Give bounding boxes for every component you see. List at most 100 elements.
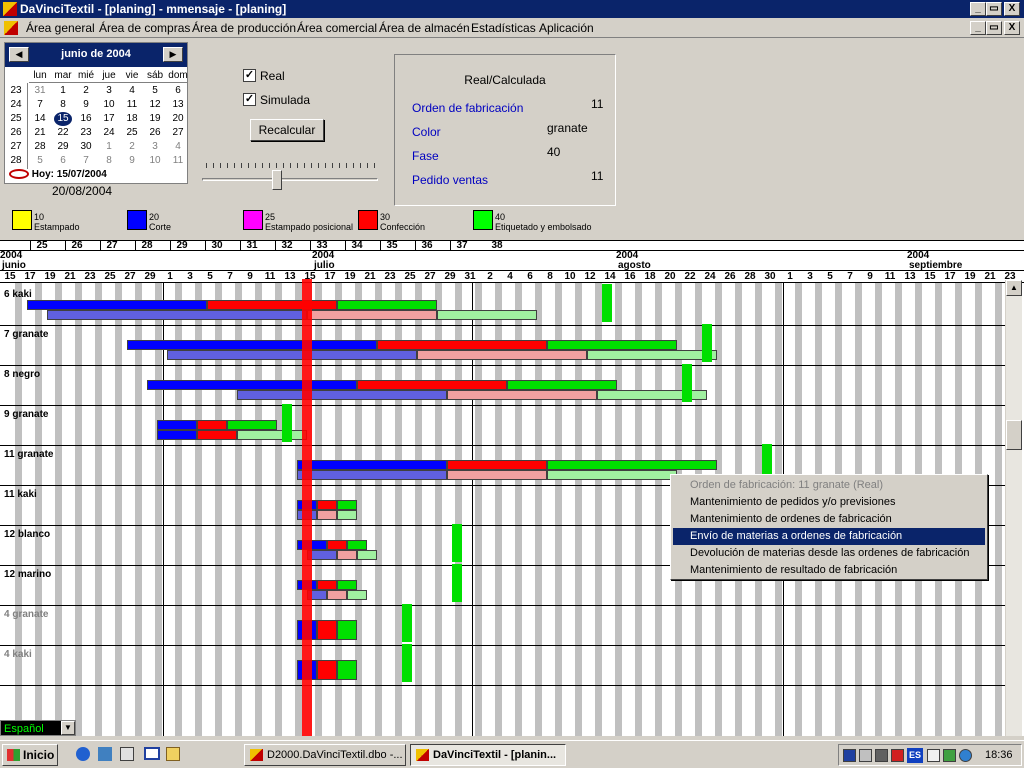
- monitor-icon[interactable]: [927, 749, 940, 762]
- menu-aplicacion[interactable]: Aplicación: [539, 21, 594, 35]
- real-phase-bar[interactable]: [337, 620, 357, 640]
- real-phase-bar[interactable]: [197, 420, 227, 430]
- calendar-day[interactable]: 21: [29, 126, 51, 140]
- menu-area-compras[interactable]: Área de compras: [99, 21, 190, 35]
- notepad-icon[interactable]: [120, 747, 134, 761]
- calendar-day[interactable]: 26: [144, 126, 166, 140]
- delivery-marker[interactable]: [452, 564, 462, 602]
- mdi-restore-button[interactable]: ▭: [986, 21, 1002, 35]
- close-button[interactable]: X: [1004, 2, 1020, 16]
- calendar-day[interactable]: 11: [121, 98, 143, 112]
- calendar-day[interactable]: 13: [167, 98, 189, 112]
- month-calendar[interactable]: ◀ junio de 2004 ▶ lun mar mié jue vie sáb dom 2…: [4, 42, 188, 184]
- calendar-day[interactable]: 9: [121, 154, 143, 168]
- minimize-button[interactable]: _: [970, 2, 986, 16]
- menu-area-produccion[interactable]: Área de producción: [192, 21, 296, 35]
- simulated-phase-bar[interactable]: [447, 390, 597, 400]
- next-month-button[interactable]: ▶: [163, 47, 183, 62]
- app-icon[interactable]: [3, 2, 17, 16]
- calendar-day[interactable]: 9: [75, 98, 97, 112]
- simulated-phase-bar[interactable]: [447, 470, 547, 480]
- delivery-marker[interactable]: [402, 644, 412, 682]
- calendar-day[interactable]: 16: [75, 112, 97, 126]
- mdi-minimize-button[interactable]: _: [970, 21, 986, 35]
- menu-area-almacen[interactable]: Área de almacén: [379, 21, 470, 35]
- calendar-day[interactable]: 6: [167, 84, 189, 98]
- calendar-day[interactable]: 24: [98, 126, 120, 140]
- calendar-day[interactable]: 4: [121, 84, 143, 98]
- calendar-day[interactable]: 1: [98, 140, 120, 154]
- calendar-day[interactable]: 7: [75, 154, 97, 168]
- row-label[interactable]: 7 granate: [4, 329, 48, 340]
- real-phase-bar[interactable]: [337, 580, 357, 590]
- simulated-phase-bar[interactable]: [237, 430, 307, 440]
- calendar-day[interactable]: 6: [52, 154, 74, 168]
- real-checkbox[interactable]: ✓: [243, 69, 256, 82]
- real-phase-bar[interactable]: [317, 500, 337, 510]
- network-icon[interactable]: [843, 749, 856, 762]
- calendar-day[interactable]: 20: [167, 112, 189, 126]
- today-label[interactable]: Hoy: 15/07/2004: [9, 169, 107, 180]
- real-phase-bar[interactable]: [507, 380, 617, 390]
- language-indicator[interactable]: ES: [907, 748, 923, 763]
- real-phase-bar[interactable]: [547, 340, 677, 350]
- simulated-phase-bar[interactable]: [437, 310, 537, 320]
- delivery-marker[interactable]: [282, 404, 292, 442]
- calendar-day[interactable]: 19: [144, 112, 166, 126]
- calendar-day[interactable]: 11: [167, 154, 189, 168]
- calendar-day[interactable]: 2: [75, 84, 97, 98]
- calendar-day[interactable]: 3: [98, 84, 120, 98]
- delivery-marker[interactable]: [602, 284, 612, 322]
- real-phase-bar[interactable]: [227, 420, 277, 430]
- calendar-day[interactable]: 7: [29, 98, 51, 112]
- calendar-day[interactable]: 5: [144, 84, 166, 98]
- delivery-marker[interactable]: [702, 324, 712, 362]
- recalcular-button[interactable]: Recalcular: [250, 119, 324, 141]
- row-label[interactable]: 12 blanco: [4, 529, 50, 540]
- language-selector[interactable]: Español ▼: [0, 720, 76, 736]
- real-phase-bar[interactable]: [127, 340, 377, 350]
- ie-icon[interactable]: [76, 747, 90, 761]
- simulated-phase-bar[interactable]: [357, 550, 377, 560]
- row-label[interactable]: 12 marino: [4, 569, 51, 580]
- chevron-down-icon[interactable]: ▼: [61, 721, 75, 735]
- delivery-marker[interactable]: [682, 364, 692, 402]
- real-phase-bar[interactable]: [447, 460, 547, 470]
- slider-thumb[interactable]: [272, 170, 282, 190]
- calendar-day[interactable]: 27: [167, 126, 189, 140]
- calendar-day[interactable]: 4: [167, 140, 189, 154]
- row-label[interactable]: 4 kaki: [4, 649, 32, 660]
- real-phase-bar[interactable]: [347, 540, 367, 550]
- delivery-marker[interactable]: [452, 524, 462, 562]
- calendar-day[interactable]: 2: [121, 140, 143, 154]
- ctx-item-resultado[interactable]: Mantenimiento de resultado de fabricació…: [673, 562, 985, 579]
- real-phase-bar[interactable]: [317, 580, 337, 590]
- simulated-phase-bar[interactable]: [307, 310, 437, 320]
- row-label[interactable]: 11 granate: [4, 449, 53, 460]
- real-phase-bar[interactable]: [27, 300, 207, 310]
- calendar-day[interactable]: 12: [144, 98, 166, 112]
- real-phase-bar[interactable]: [377, 340, 547, 350]
- task-davinci[interactable]: DaVinciTextil - [planin...: [410, 744, 566, 766]
- simulated-phase-bar[interactable]: [327, 590, 347, 600]
- calendar-day[interactable]: 17: [98, 112, 120, 126]
- simulated-phase-bar[interactable]: [337, 510, 357, 520]
- simulated-phase-bar[interactable]: [417, 350, 587, 360]
- prev-month-button[interactable]: ◀: [9, 47, 29, 62]
- real-phase-bar[interactable]: [547, 460, 717, 470]
- simulated-phase-bar[interactable]: [317, 510, 337, 520]
- menu-estadisticas[interactable]: Estadísticas: [471, 21, 536, 35]
- simulated-phase-bar[interactable]: [157, 430, 197, 440]
- real-phase-bar[interactable]: [297, 460, 447, 470]
- calendar-day[interactable]: 30: [75, 140, 97, 154]
- simulated-phase-bar[interactable]: [47, 310, 307, 320]
- row-label[interactable]: 11 kaki: [4, 489, 37, 500]
- calendar-day[interactable]: 28: [29, 140, 51, 154]
- row-label[interactable]: 9 granate: [4, 409, 48, 420]
- volume-icon[interactable]: [859, 749, 872, 762]
- calendar-day[interactable]: 31: [29, 84, 51, 98]
- real-phase-bar[interactable]: [357, 380, 507, 390]
- task-d2000[interactable]: D2000.DaVinciTextil.dbo -...: [244, 744, 406, 766]
- desktop-icon[interactable]: [144, 747, 160, 760]
- start-button[interactable]: Inicio: [2, 744, 58, 766]
